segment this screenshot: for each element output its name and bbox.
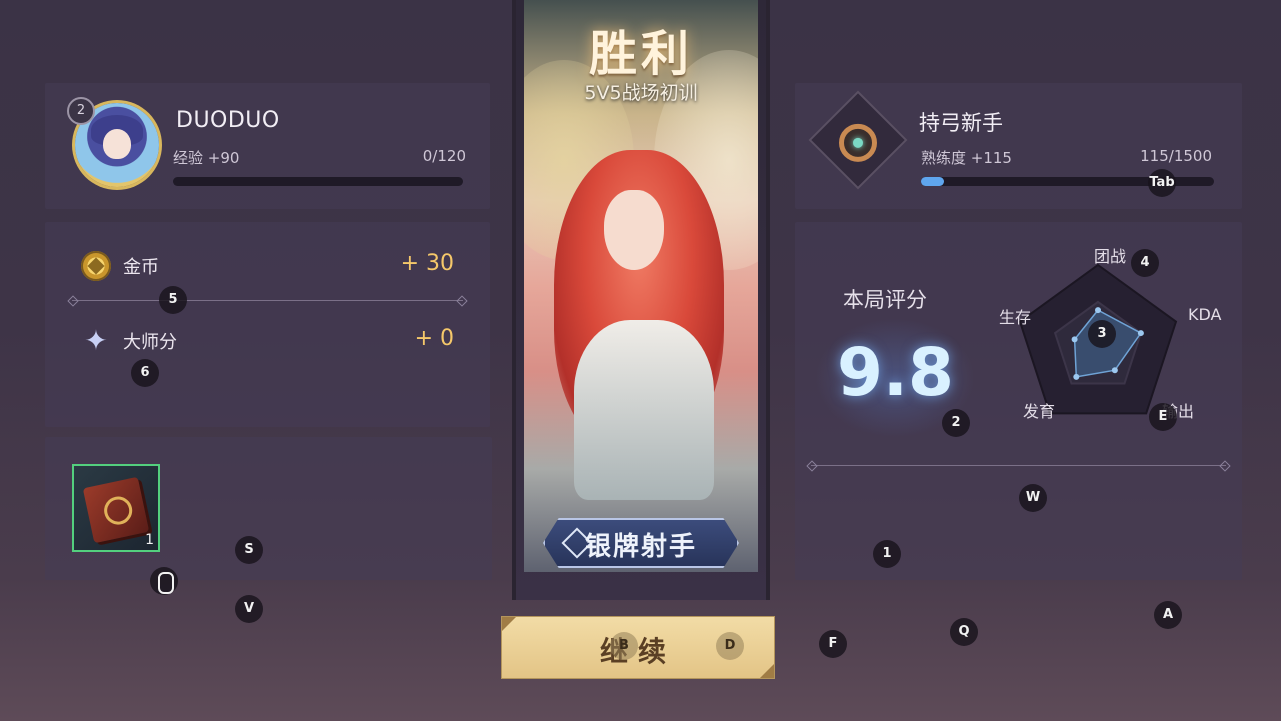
reward-label: 大师分 [123, 332, 177, 353]
mastery-label: 熟练度 +115 [921, 149, 1012, 167]
master-star-icon: ✦ [84, 324, 108, 357]
game-mode-name: 5V5战场初训 [584, 82, 698, 104]
key-hint-f[interactable]: F [819, 630, 847, 658]
key-hint-5[interactable]: 5 [159, 286, 187, 314]
avatar-face [103, 129, 131, 159]
mastery-badge[interactable] [808, 90, 908, 190]
score-divider [811, 465, 1226, 466]
player-level-badge: 2 [67, 97, 95, 125]
radar-label-teamfight: 团战 [1094, 247, 1127, 266]
mastery-progress-fill [921, 177, 944, 186]
radar-point-0 [1095, 307, 1101, 314]
reward-value: + 30 [400, 251, 454, 276]
items-panel: 1 [45, 437, 492, 580]
key-hint-e[interactable]: E [1149, 403, 1177, 431]
hero-face [604, 190, 664, 270]
radar-point-4 [1071, 336, 1078, 343]
key-hint-q[interactable]: Q [950, 618, 978, 646]
match-score-panel: 本局评分 9.8 团战 KDA 输出 发育 生存 [795, 222, 1242, 580]
radar-point-1 [1137, 330, 1144, 337]
reward-divider [72, 300, 463, 301]
reward-label: 金币 [123, 257, 159, 278]
score-label: 本局评分 [843, 288, 927, 312]
hero-dress [574, 320, 714, 500]
key-hint-d[interactable]: D [716, 632, 744, 660]
reward-row-gold: 金币 + 30 [81, 249, 454, 283]
radar-label-kda: KDA [1188, 305, 1222, 324]
score-value: 9.8 [837, 334, 954, 411]
key-hint-a[interactable]: A [1154, 601, 1182, 629]
item-count: 1 [145, 532, 154, 548]
mastery-ring-icon [839, 123, 877, 162]
player-panel: 2 DUODUO 经验 +90 0/120 [45, 83, 490, 209]
key-hint-v[interactable]: V [235, 595, 263, 623]
key-hint-w[interactable]: W [1019, 484, 1047, 512]
gold-coin-icon [81, 251, 111, 281]
key-hint-2[interactable]: 2 [942, 409, 970, 437]
key-hint-1[interactable]: 1 [873, 540, 901, 568]
victory-title: 胜利 [588, 26, 693, 82]
key-hint-6[interactable]: 6 [131, 359, 159, 387]
reward-value: + 0 [414, 326, 454, 351]
key-hint-3[interactable]: 3 [1088, 320, 1116, 348]
item-slot[interactable]: 1 [72, 464, 160, 552]
player-name: DUODUO [176, 108, 280, 133]
key-hint-tab[interactable]: Tab [1148, 169, 1176, 197]
mouse-icon[interactable] [150, 567, 178, 595]
radar-point-3 [1073, 373, 1080, 380]
exp-progress-bar [173, 177, 463, 186]
rank-label: 银牌射手 [584, 532, 697, 562]
key-hint-s[interactable]: S [235, 536, 263, 564]
radar-label-farming: 发育 [1023, 402, 1056, 421]
reward-row-master-points: ✦ 大师分 + 0 [81, 324, 454, 358]
mastery-progress-text: 115/1500 [1140, 147, 1212, 165]
hero-mastery-panel: 持弓新手 熟练度 +115 115/1500 [795, 83, 1242, 209]
key-hint-b[interactable]: B [610, 632, 638, 660]
rewards-panel: 金币 + 30 ✦ 大师分 + 0 [45, 222, 490, 427]
hero-mastery-title: 持弓新手 [919, 111, 1003, 135]
book-icon [82, 476, 150, 544]
radar-point-2 [1111, 367, 1118, 374]
exp-label: 经验 +90 [173, 149, 240, 167]
key-hint-4[interactable]: 4 [1131, 249, 1159, 277]
exp-progress-text: 0/120 [422, 147, 466, 165]
mastery-core [853, 137, 863, 148]
radar-label-survival: 生存 [999, 308, 1032, 327]
